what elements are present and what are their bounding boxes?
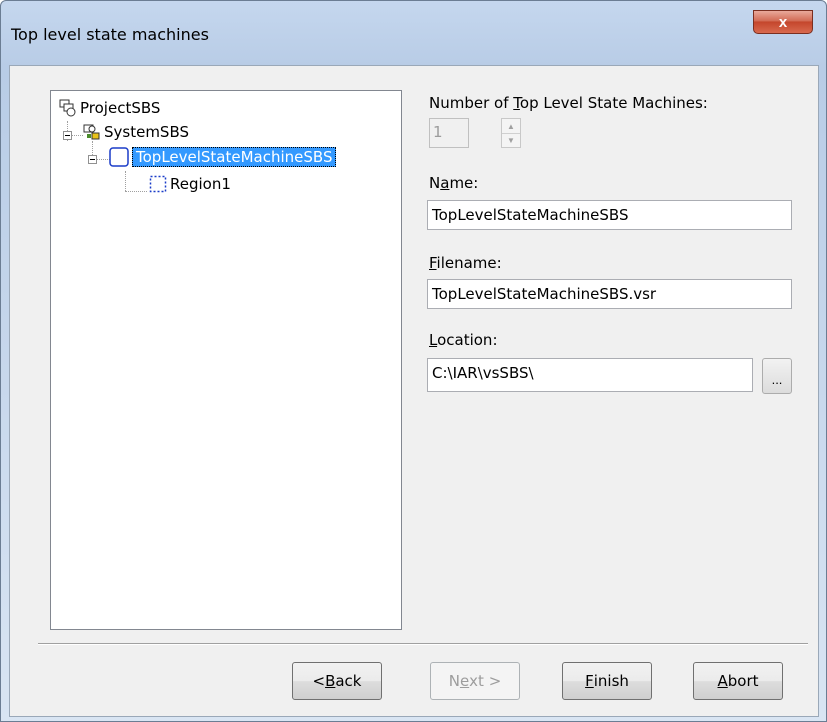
window-title: Top level state machines [11, 25, 209, 44]
count-stepper-field: 1 [429, 118, 469, 148]
location-label: Location: [429, 331, 498, 349]
chevron-down-icon: ▼ [507, 135, 515, 145]
tree-item-projectsbs[interactable]: ProjectSBS [59, 97, 160, 119]
button-separator [38, 643, 808, 645]
abort-button[interactable]: Abort [693, 662, 783, 700]
filename-field[interactable]: TopLevelStateMachineSBS.vsr [427, 279, 792, 309]
tree-item-systemsbs[interactable]: SystemSBS [83, 121, 189, 143]
tree-expander-toplevelstatemachinesbs[interactable] [88, 155, 97, 164]
tree-item-label: TopLevelStateMachineSBS [132, 147, 337, 167]
next-button[interactable]: Ne xt > [430, 662, 520, 700]
state-machine-tree[interactable]: ProjectSBS SystemSBS TopLevelStateMachin… [50, 90, 402, 630]
tree-item-label: Region1 [170, 175, 231, 193]
project-icon [59, 99, 77, 117]
tree-item-label: SystemSBS [104, 123, 190, 141]
back-button[interactable]: < Back [292, 662, 382, 700]
dialog-window: Top level state machines x ProjectSBS Sy… [0, 0, 827, 722]
state-machine-icon [109, 147, 129, 167]
region-icon [149, 175, 167, 193]
tree-item-region1[interactable]: Region1 [149, 173, 231, 195]
count-label: Number of Top Level State Machines: [429, 94, 708, 112]
close-button[interactable]: x [753, 10, 813, 34]
count-stepper: ▲ ▼ [501, 118, 521, 148]
location-field[interactable]: C:\IAR\vsSBS\ [427, 358, 753, 392]
system-icon [83, 123, 101, 141]
dialog-client-area: ProjectSBS SystemSBS TopLevelStateMachin… [9, 65, 819, 717]
close-icon: x [778, 13, 788, 31]
tree-item-toplevelstatemachinesbs[interactable]: TopLevelStateMachineSBS [109, 146, 337, 168]
tree-expander-systemsbs[interactable] [63, 131, 72, 140]
finish-button[interactable]: Finish [562, 662, 652, 700]
filename-label: Filename: [429, 254, 502, 272]
title-bar[interactable]: Top level state machines x [1, 1, 826, 67]
name-label: Name: [429, 174, 479, 192]
chevron-up-icon: ▲ [502, 119, 520, 134]
tree-item-label: ProjectSBS [80, 99, 161, 117]
browse-button[interactable]: ... [762, 358, 792, 394]
name-field[interactable]: TopLevelStateMachineSBS [427, 200, 792, 230]
